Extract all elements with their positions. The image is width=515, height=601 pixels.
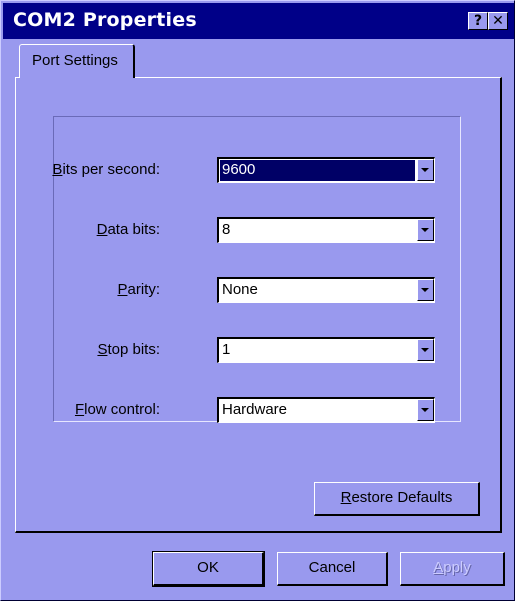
apply-button[interactable]: Apply — [400, 552, 505, 586]
close-button[interactable]: ✕ — [488, 12, 508, 30]
parity-value: None — [222, 281, 258, 298]
stop-bits-value: 1 — [222, 341, 231, 358]
data-bits-dropdown-button[interactable] — [417, 219, 434, 241]
settings-group: Bits per second: 9600 Data bits: 8 Parit… — [52, 116, 461, 423]
help-button[interactable]: ? — [468, 12, 488, 30]
tab-label: Port Settings — [32, 52, 118, 69]
parity-dropdown-button[interactable] — [417, 279, 434, 301]
chevron-down-icon — [421, 288, 429, 292]
cancel-button[interactable]: Cancel — [277, 552, 388, 586]
tab-port-settings[interactable]: Port Settings — [19, 44, 135, 78]
flow-control-select[interactable]: Hardware — [217, 397, 435, 423]
chevron-down-icon — [421, 168, 429, 172]
bits-per-second-value: 9600 — [220, 160, 415, 181]
chevron-down-icon — [421, 408, 429, 412]
data-bits-select[interactable]: 8 — [217, 217, 435, 243]
ok-button[interactable]: OK — [152, 551, 265, 587]
close-icon: ✕ — [492, 13, 504, 29]
flow-control-label: Flow control: — [74, 401, 160, 418]
properties-window: COM2 Properties ? ✕ Port Settings Bits p… — [0, 0, 515, 601]
question-icon: ? — [473, 13, 483, 29]
data-bits-value: 8 — [222, 221, 231, 238]
chevron-down-icon — [421, 348, 429, 352]
parity-label: Parity: — [117, 281, 160, 298]
window-title: COM2 Properties — [13, 9, 197, 31]
stop-bits-select[interactable]: 1 — [217, 337, 435, 363]
tab-panel: Bits per second: 9600 Data bits: 8 Parit… — [15, 77, 502, 533]
stop-bits-dropdown-button[interactable] — [417, 339, 434, 361]
chevron-down-icon — [421, 228, 429, 232]
bits-per-second-dropdown-button[interactable] — [417, 159, 434, 181]
restore-defaults-button[interactable]: Restore Defaults — [314, 482, 480, 516]
bits-per-second-select[interactable]: 9600 — [217, 157, 435, 183]
title-bar[interactable]: COM2 Properties ? ✕ — [3, 3, 514, 39]
stop-bits-label: Stop bits: — [97, 341, 160, 358]
parity-select[interactable]: None — [217, 277, 435, 303]
data-bits-label: Data bits: — [96, 221, 160, 238]
flow-control-value: Hardware — [222, 401, 288, 418]
bits-per-second-label: Bits per second: — [52, 161, 160, 178]
flow-control-dropdown-button[interactable] — [417, 399, 434, 421]
